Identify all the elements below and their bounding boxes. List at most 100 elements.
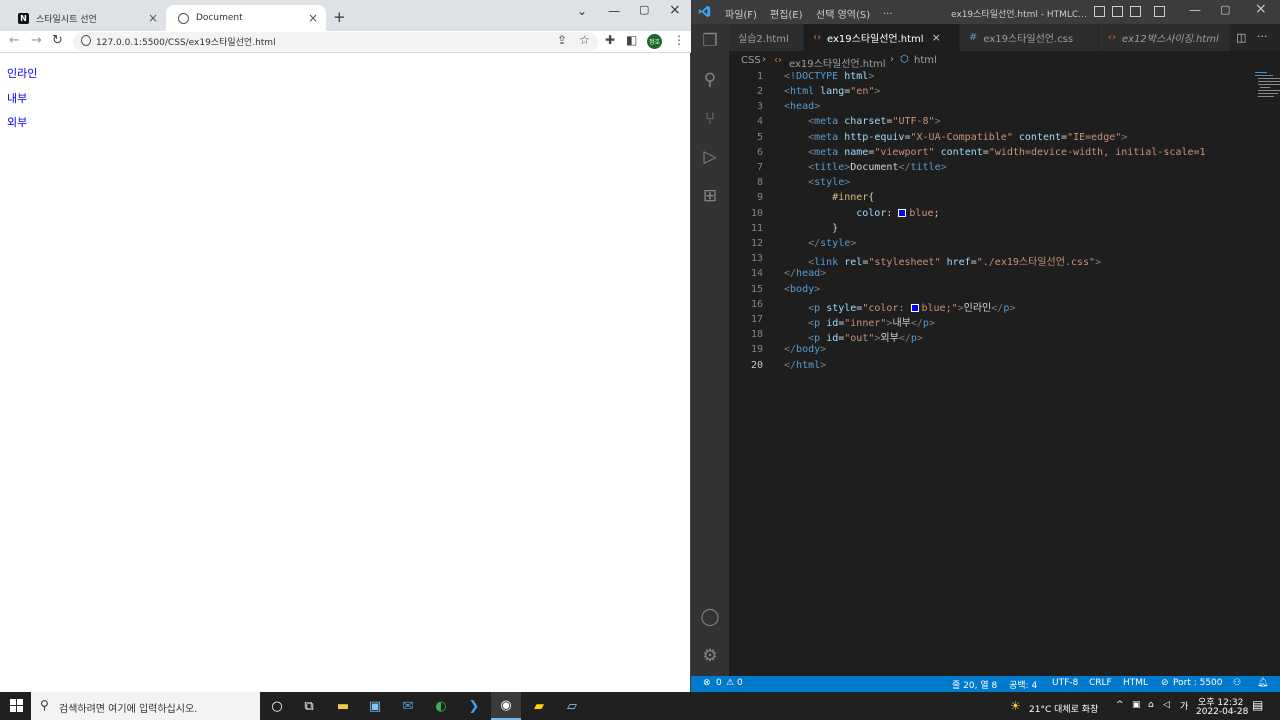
breadcrumb-symbol[interactable]: html (914, 55, 937, 66)
task-view-icon[interactable]: ⧉ (300, 697, 318, 715)
code-line[interactable]: </style> (784, 238, 856, 249)
chevron-up-icon[interactable]: ^ (1116, 700, 1124, 710)
bookmark-star-icon[interactable]: ☆ (579, 33, 590, 47)
line-endings[interactable]: CRLF (1089, 678, 1112, 688)
mail-icon[interactable]: ✉ (399, 697, 417, 715)
code-line[interactable]: <head> (784, 101, 820, 112)
tab-ex19-css[interactable]: # ex19스타일선언.css (960, 24, 1099, 51)
extensions-icon[interactable]: ⊞ (699, 185, 721, 207)
avatar[interactable]: 정호 (647, 34, 662, 49)
new-tab-button[interactable]: + (333, 8, 346, 26)
code-line[interactable]: <p id="out">외부</p> (784, 329, 923, 344)
customize-layout-icon[interactable] (1154, 6, 1165, 17)
menu-more[interactable]: ... (883, 6, 893, 17)
toggle-sidebar-icon[interactable] (1094, 6, 1105, 17)
code-line[interactable]: color: blue; (784, 208, 939, 219)
code-editor[interactable]: 1 2 3 4 5 6 7 8 9 10 11 12 13 14 15 16 1… (729, 70, 1280, 676)
code-line[interactable]: <meta name="viewport" content="width=dev… (784, 147, 1205, 158)
weather-text[interactable]: 21°C 대체로 화창 (1029, 702, 1098, 715)
minimap[interactable] (1252, 70, 1280, 110)
color-swatch-icon[interactable] (898, 209, 907, 217)
clock-date[interactable]: 2022-04-28 (1196, 707, 1248, 717)
code-line[interactable]: <meta charset="UTF-8"> (784, 116, 941, 127)
close-window-icon[interactable]: × (669, 2, 681, 18)
notepad-icon[interactable]: ▱ (563, 697, 581, 715)
maximize-icon[interactable]: ▢ (639, 3, 649, 16)
maximize-icon[interactable]: ▢ (1220, 3, 1230, 16)
tray-app-icon[interactable]: ▣ (1132, 700, 1141, 710)
cursor-position[interactable]: 줄 20, 열 8 (952, 678, 997, 691)
address-bar[interactable]: 127.0.0.1:5500/CSS/ex19스타일선언.html (73, 32, 598, 51)
ime-icon[interactable]: 가 (1180, 699, 1188, 712)
network-icon[interactable]: ⌂ (1148, 700, 1154, 710)
close-tab-icon[interactable]: × (308, 11, 318, 25)
code-line[interactable]: <p style="color: blue;">인라인</p> (784, 299, 1015, 314)
indent-setting[interactable]: 공백: 4 (1009, 678, 1037, 691)
encoding[interactable]: UTF-8 (1052, 678, 1078, 688)
taskbar-search[interactable]: ⚲ 검색하려면 여기에 입력하십시오. (31, 692, 260, 720)
breadcrumb-file[interactable]: ex19스타일선언.html (789, 55, 886, 70)
warning-icon[interactable]: ⚠ (726, 678, 734, 688)
menu-selection[interactable]: 선택 영역(S) (816, 6, 870, 21)
share-icon[interactable]: ⇪ (557, 33, 567, 47)
notification-center-icon[interactable]: ▤ (1252, 698, 1263, 712)
notifications-bell-icon[interactable]: 🔔︎ (1257, 678, 1268, 688)
code-line[interactable]: </body> (784, 344, 826, 355)
tab-search-icon[interactable]: ⌄ (577, 4, 587, 18)
explorer-icon[interactable]: ❐ (699, 30, 721, 52)
tab-ex12-html[interactable]: ‹› ex12박스사이징.html (1099, 24, 1231, 51)
breadcrumb-folder[interactable]: CSS (741, 55, 761, 66)
live-server-port[interactable]: Port : 5500 (1173, 678, 1223, 688)
toggle-panel-icon[interactable] (1112, 6, 1123, 17)
minimize-icon[interactable]: — (1189, 3, 1201, 17)
code-line[interactable]: } (784, 223, 838, 234)
feedback-icon[interactable]: ⚇ (1233, 678, 1241, 688)
code-line[interactable]: <meta http-equiv="X-UA-Compatible" conte… (784, 132, 1127, 143)
code-line[interactable]: <body> (784, 284, 820, 295)
minimize-icon[interactable]: — (608, 4, 620, 18)
forward-icon[interactable]: → (31, 33, 42, 48)
vscode-taskbar-icon[interactable]: ❯ (465, 697, 483, 715)
accounts-icon[interactable]: ◯ (699, 606, 721, 628)
toggle-secondary-sidebar-icon[interactable] (1130, 6, 1141, 17)
code-line[interactable]: <title>Document</title> (784, 162, 947, 173)
chrome-taskbar-icon[interactable]: ◉ (491, 692, 521, 720)
file-explorer-icon[interactable]: ▬ (334, 697, 352, 715)
kakaotalk-icon[interactable]: ▰ (530, 697, 548, 715)
split-editor-icon[interactable]: ◫ (1236, 31, 1246, 44)
cortana-icon[interactable]: ○ (268, 697, 286, 715)
side-panel-icon[interactable]: ◧ (626, 33, 637, 47)
settings-gear-icon[interactable]: ⚙ (699, 645, 721, 667)
search-icon[interactable]: ⚲ (699, 69, 721, 91)
code-line[interactable]: </html> (784, 360, 826, 371)
code-line[interactable]: <!DOCTYPE html> (784, 71, 874, 82)
code-line[interactable]: <link rel="stylesheet" href="./ex19스타일선언… (784, 253, 1101, 268)
close-tab-icon[interactable]: × (148, 11, 158, 25)
error-count[interactable]: 0 (716, 678, 722, 688)
code-line[interactable]: <html lang="en"> (784, 86, 880, 97)
code-line[interactable]: <style> (784, 177, 850, 188)
browser-tab-notion[interactable]: N 스타일시트 선언 × (6, 5, 166, 31)
color-swatch-icon[interactable] (910, 304, 919, 312)
reload-icon[interactable]: ↻ (52, 33, 63, 48)
tab-ex19-html[interactable]: ‹› ex19스타일선언.html × (804, 24, 960, 51)
edge-icon[interactable]: ◐ (432, 697, 450, 715)
code-line[interactable]: </head> (784, 268, 826, 279)
info-icon[interactable] (81, 35, 91, 46)
run-debug-icon[interactable]: ▷ (699, 146, 721, 168)
close-window-icon[interactable]: × (1255, 1, 1267, 17)
browser-tab-document[interactable]: o Document × (166, 5, 326, 31)
warning-count[interactable]: 0 (737, 678, 743, 688)
source-control-icon[interactable]: ⑂ (699, 108, 721, 130)
more-actions-icon[interactable]: ··· (1257, 30, 1268, 43)
tab-practice2-html[interactable]: 실습2.html (729, 24, 804, 51)
volume-icon[interactable]: ◁ (1163, 700, 1170, 710)
code-line[interactable]: <p id="inner">내부</p> (784, 314, 935, 329)
extensions-icon[interactable]: ✚ (605, 33, 615, 47)
error-icon[interactable]: ⊗ (703, 678, 711, 688)
windows-start-icon[interactable] (10, 699, 23, 712)
code-line[interactable]: #inner{ (784, 192, 874, 203)
menu-file[interactable]: 파일(F) (725, 6, 757, 21)
back-icon[interactable]: ← (9, 33, 20, 48)
close-tab-icon[interactable]: × (932, 31, 941, 44)
